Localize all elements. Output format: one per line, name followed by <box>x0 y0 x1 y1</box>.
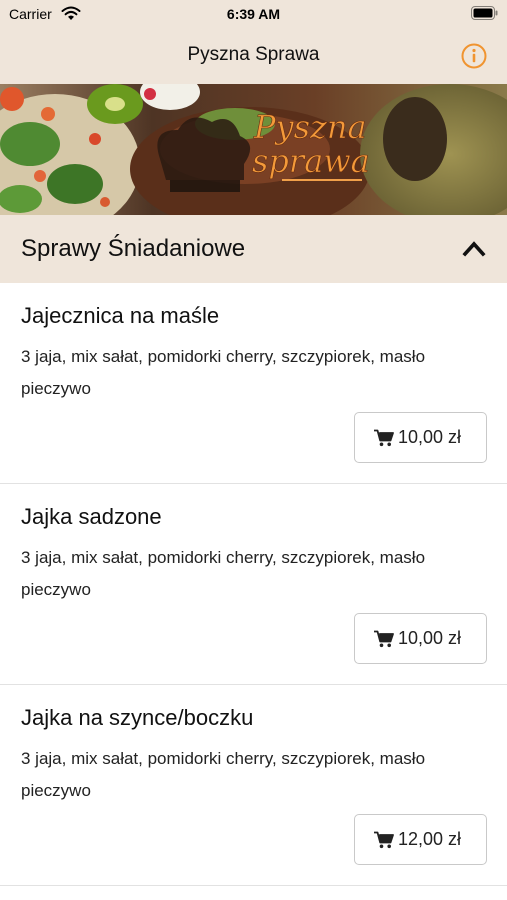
add-to-cart-button[interactable]: 10,00 zł <box>354 613 487 664</box>
item-name: Jajka na szynce/boczku <box>21 705 254 730</box>
section-header[interactable]: Sprawy Śniadaniowe <box>0 215 507 283</box>
logo-text-line1: Pyszna <box>253 108 367 146</box>
item-description: 3 jaja, mix sałat, pomidorki cherry, szc… <box>21 548 426 599</box>
status-time: 6:39 AM <box>226 6 281 22</box>
status-bar: Carrier 6:39 AM <box>0 0 507 28</box>
list-item: Jajecznica na maśle 3 jaja, mix sałat, p… <box>0 283 507 484</box>
chevron-up-icon <box>462 241 486 257</box>
section-title: Sprawy Śniadaniowe <box>21 235 246 262</box>
info-circle-icon[interactable] <box>461 43 487 69</box>
page-title: Pyszna Sprawa <box>187 44 320 65</box>
logo-text-line2: sprawa <box>252 142 370 180</box>
item-name: Jajecznica na maśle <box>21 303 220 328</box>
item-description: 3 jaja, mix sałat, pomidorki cherry, szc… <box>21 749 426 800</box>
list-item: Jajka sadzone 3 jaja, mix sałat, pomidor… <box>0 484 507 685</box>
price-label: 10,00 zł <box>398 427 462 447</box>
add-to-cart-button[interactable]: 12,00 zł <box>354 814 487 865</box>
nav-bar: Pyszna Sprawa <box>0 28 507 84</box>
food-photo: Pyszna sprawa <box>0 84 507 215</box>
price-label: 10,00 zł <box>398 628 462 648</box>
menu-list: Jajecznica na maśle 3 jaja, mix sałat, p… <box>0 283 507 886</box>
cart-icon <box>374 831 394 849</box>
price-label: 12,00 zł <box>398 829 462 849</box>
item-description: 3 jaja, mix sałat, pomidorki cherry, szc… <box>21 347 426 398</box>
cart-icon <box>374 429 394 447</box>
hero-banner: Pyszna sprawa <box>0 84 507 215</box>
list-item: Jajka na szynce/boczku 3 jaja, mix sałat… <box>0 685 507 886</box>
battery-icon <box>471 6 498 20</box>
add-to-cart-button[interactable]: 10,00 zł <box>354 412 487 463</box>
cart-icon <box>374 630 394 648</box>
item-name: Jajka sadzone <box>21 504 162 529</box>
